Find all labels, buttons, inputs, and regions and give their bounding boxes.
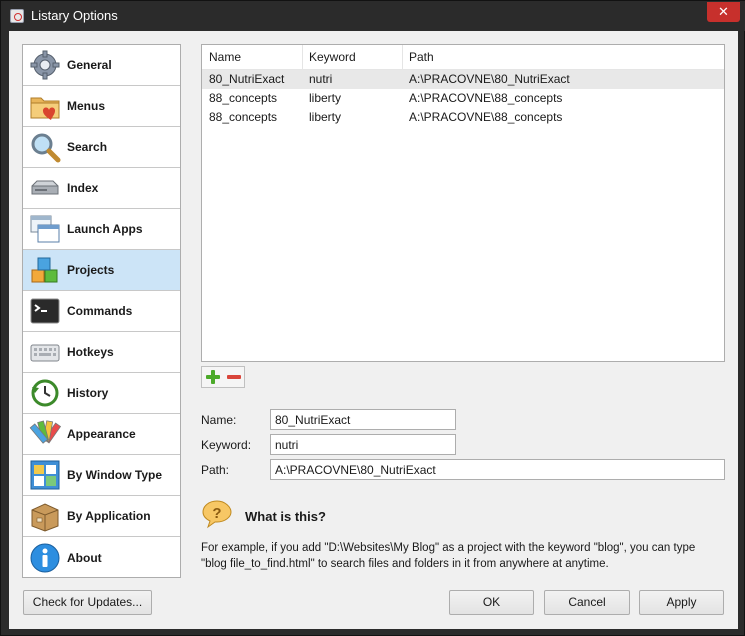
sidebar-item-label: Launch Apps [67, 222, 143, 236]
sidebar-item-commands[interactable]: Commands [23, 291, 180, 332]
box-icon [29, 500, 61, 532]
app-icon [10, 9, 24, 23]
apply-button[interactable]: Apply [639, 590, 724, 615]
sidebar-item-appearance[interactable]: Appearance [23, 414, 180, 455]
sidebar-item-label: Projects [67, 263, 115, 277]
info-icon [29, 542, 61, 574]
help-text: For example, if you add "D:\Websites\My … [201, 542, 696, 570]
options-window: Listary Options ✕ General Menus Search I… [0, 0, 745, 636]
ok-button[interactable]: OK [449, 590, 534, 615]
sidebar-item-label: About [67, 550, 102, 565]
table-row[interactable]: 88_concepts liberty A:\PRACOVNE\88_conce… [202, 89, 724, 108]
sidebar-item-history[interactable]: History [23, 373, 180, 414]
sidebar-item-about[interactable]: About [23, 537, 180, 578]
sidebar-item-label: Appearance [67, 427, 136, 441]
sidebar-item-launch-apps[interactable]: Launch Apps [23, 209, 180, 250]
svg-text:?: ? [212, 505, 221, 522]
cell-keyword: liberty [309, 110, 342, 124]
blocks-icon [29, 254, 61, 286]
sidebar-item-label: History [67, 386, 109, 400]
cell-keyword: nutri [309, 72, 333, 86]
cancel-button[interactable]: Cancel [544, 590, 630, 615]
terminal-icon [29, 295, 61, 327]
name-label: Name: [201, 413, 237, 427]
magnifier-icon [29, 131, 61, 163]
sidebar-item-menus[interactable]: Menus [23, 86, 180, 127]
cell-name: 88_concepts [209, 110, 278, 124]
cell-path: A:\PRACOVNE\88_concepts [409, 91, 563, 105]
column-header-path[interactable]: Path [402, 45, 722, 70]
check-for-updates-button[interactable]: Check for Updates... [23, 590, 152, 615]
cell-name: 80_NutriExact [209, 72, 285, 86]
cell-keyword: liberty [309, 91, 342, 105]
cell-path: A:\PRACOVNE\88_concepts [409, 110, 563, 124]
sidebar-item-label: Search [67, 140, 108, 154]
add-remove-toolbar [201, 366, 245, 388]
cell-path: A:\PRACOVNE\80_NutriExact [409, 72, 570, 86]
sidebar-item-hotkeys[interactable]: Hotkeys [23, 332, 180, 373]
keyword-label: Keyword: [201, 438, 252, 452]
sidebar-item-general[interactable]: General [23, 45, 180, 86]
window-grid-icon [29, 459, 61, 491]
drive-icon [29, 172, 61, 204]
add-project-button[interactable] [203, 368, 223, 386]
path-label: Path: [201, 463, 230, 477]
window-title: Listary Options [31, 8, 118, 23]
cell-name: 88_concepts [209, 91, 278, 105]
clock-icon [29, 377, 61, 409]
sidebar-item-label: By Window Type [67, 468, 163, 482]
dialog-client-area: General Menus Search Index Launch Apps P… [9, 31, 738, 629]
sidebar-item-by-window-type[interactable]: By Window Type [23, 455, 180, 496]
sidebar-item-label: Menus [67, 99, 106, 113]
gear-icon [29, 49, 61, 81]
windows-icon [29, 213, 61, 245]
table-row[interactable]: 88_concepts liberty A:\PRACOVNE\88_conce… [202, 108, 724, 127]
help-title: What is this? [245, 509, 326, 524]
title-bar[interactable]: Listary Options ✕ [1, 1, 745, 31]
path-field[interactable] [270, 459, 725, 480]
sidebar-item-label: Hotkeys [67, 345, 114, 359]
name-field[interactable] [270, 409, 456, 430]
column-header-keyword[interactable]: Keyword [302, 45, 402, 70]
category-sidebar: General Menus Search Index Launch Apps P… [22, 44, 181, 578]
sidebar-item-label: By Application [67, 509, 151, 523]
remove-project-button[interactable] [224, 368, 244, 386]
sidebar-item-by-application[interactable]: By Application [23, 496, 180, 537]
sidebar-item-label: Index [67, 181, 99, 195]
palette-icon [29, 418, 62, 450]
keyword-field[interactable] [270, 434, 456, 455]
keyboard-icon [29, 336, 61, 368]
projects-table[interactable]: Name Keyword Path 80_NutriExact nutri A:… [201, 44, 725, 362]
table-row[interactable]: 80_NutriExact nutri A:\PRACOVNE\80_Nutri… [202, 70, 724, 89]
column-header-name[interactable]: Name [202, 45, 302, 70]
folder-heart-icon [29, 90, 61, 122]
sidebar-item-index[interactable]: Index [23, 168, 180, 209]
close-button[interactable]: ✕ [707, 2, 740, 22]
sidebar-item-projects[interactable]: Projects [23, 250, 180, 291]
sidebar-item-search[interactable]: Search [23, 127, 180, 168]
sidebar-item-label: General [67, 58, 112, 72]
sidebar-item-label: Commands [67, 304, 133, 318]
table-header: Name Keyword Path [202, 45, 724, 70]
question-bubble-icon: ? [201, 499, 233, 529]
